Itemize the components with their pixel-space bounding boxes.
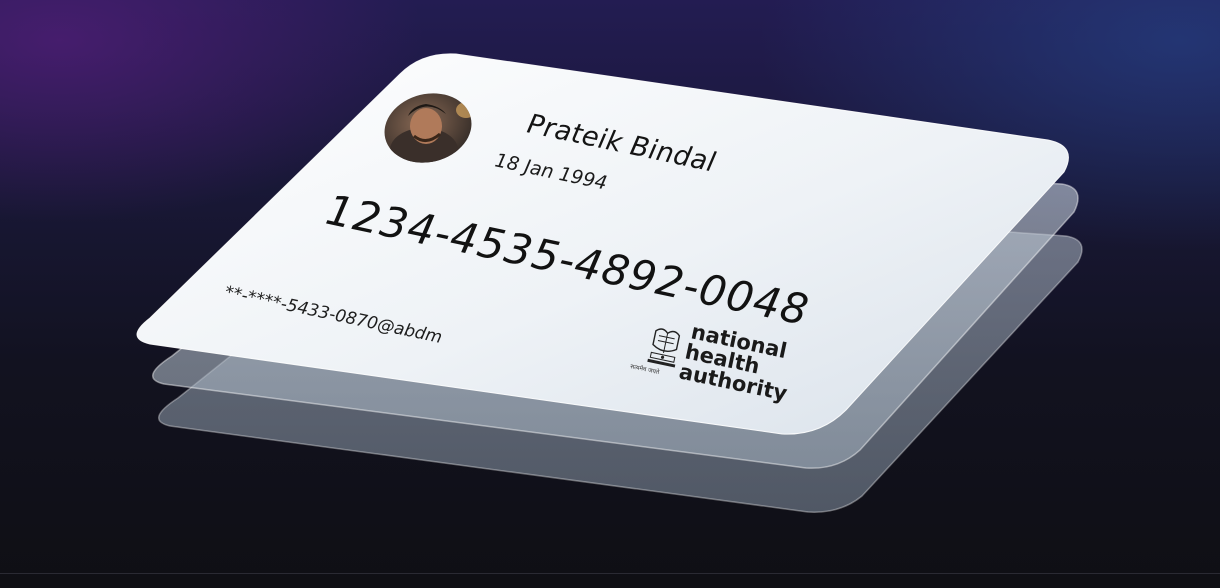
hero-stage: Prateik Bindal 18 Jan 1994 1234-4535-489… bbox=[0, 0, 1220, 588]
health-card-illustration: Prateik Bindal 18 Jan 1994 1234-4535-489… bbox=[136, 53, 1083, 513]
footer-divider bbox=[0, 573, 1220, 574]
